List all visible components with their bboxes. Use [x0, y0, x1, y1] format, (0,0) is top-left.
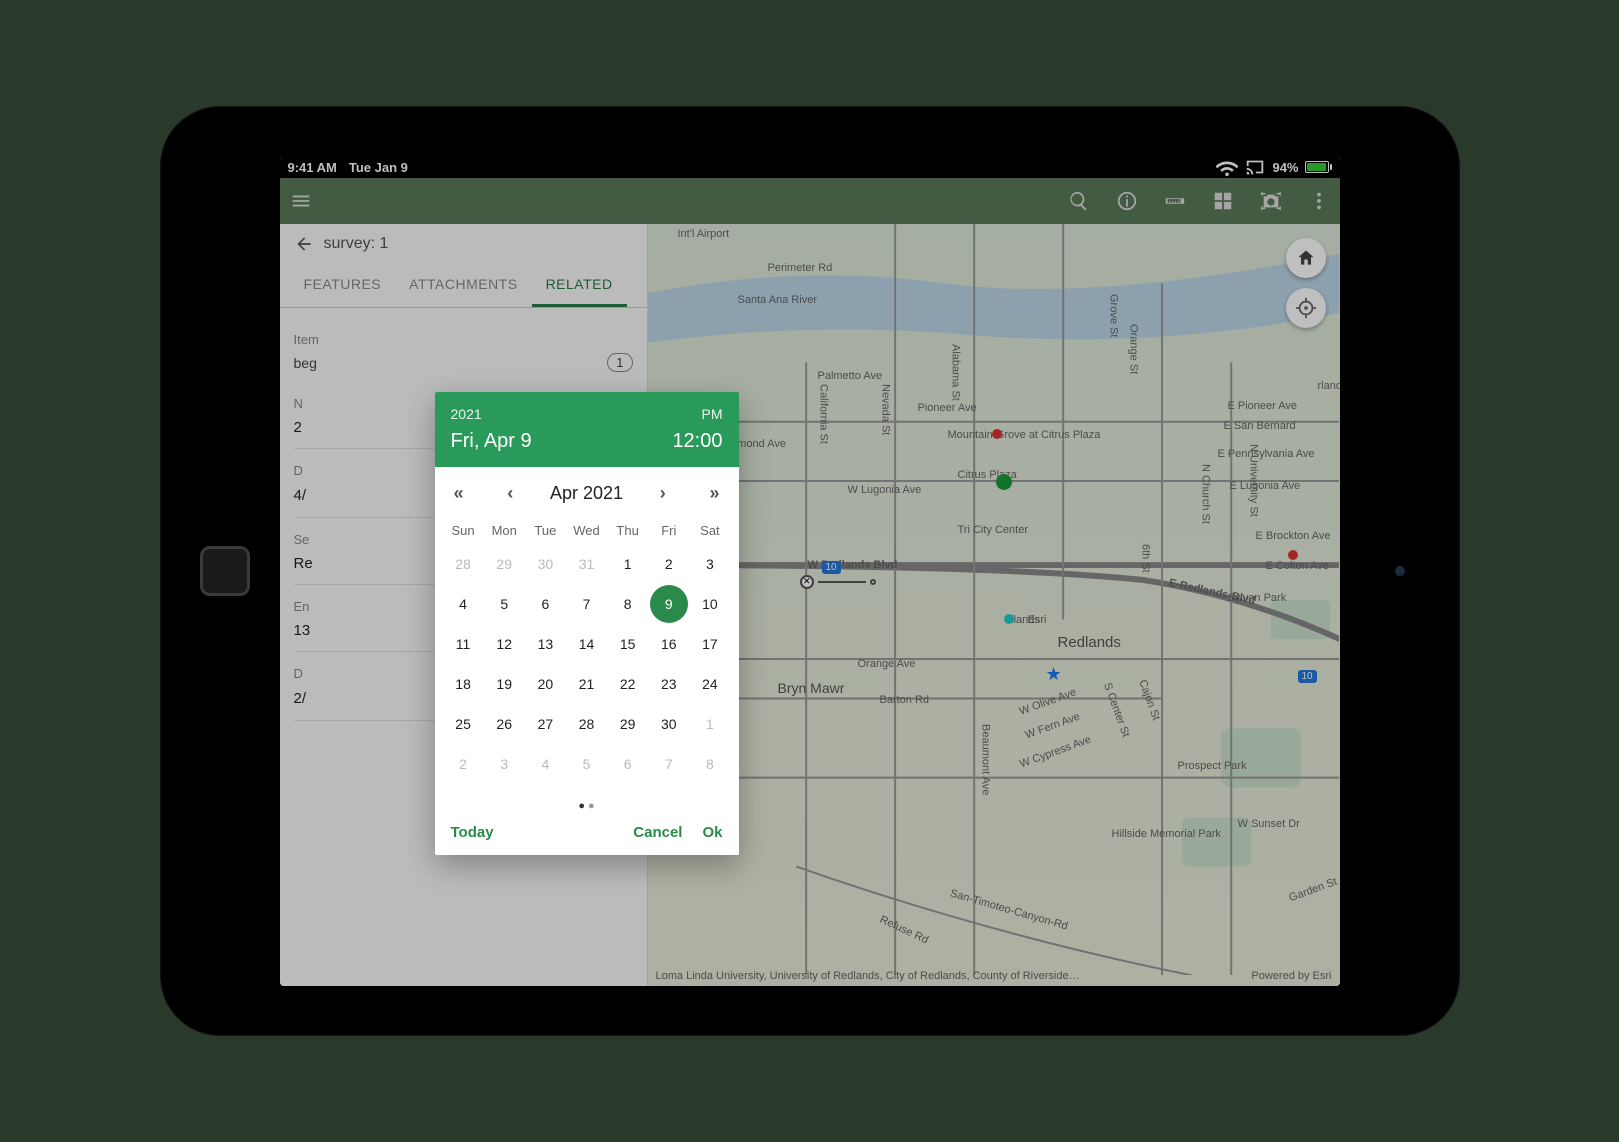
dp-day-cell[interactable]: 4	[443, 584, 484, 624]
dp-day-cell[interactable]: 17	[689, 624, 730, 664]
dp-day-cell[interactable]: 18	[443, 664, 484, 704]
datepicker-header: 2021 PM Fri, Apr 9 12:00	[435, 392, 739, 467]
dp-page-dots: ● ●	[435, 794, 739, 814]
dp-day-cell[interactable]: 2	[443, 744, 484, 784]
camera-dot	[1395, 566, 1405, 576]
dp-day-cell[interactable]: 25	[443, 704, 484, 744]
dp-day-cell[interactable]: 3	[484, 744, 525, 784]
dp-day-cell[interactable]: 16	[648, 624, 689, 664]
next-year-icon[interactable]: »	[703, 481, 727, 505]
ok-button[interactable]: Ok	[702, 824, 722, 841]
prev-year-icon[interactable]: «	[447, 481, 471, 505]
dp-day-cell[interactable]: 4	[525, 744, 566, 784]
datepicker-nav: « ‹ Apr 2021 › »	[435, 467, 739, 513]
dp-day-cell[interactable]: 30	[525, 544, 566, 584]
dp-day-cell[interactable]: 15	[607, 624, 648, 664]
dp-day-cell[interactable]: 9	[650, 585, 688, 623]
dp-day-cell[interactable]: 20	[525, 664, 566, 704]
ipad-frame: 9:41 AM Tue Jan 9 94%	[160, 106, 1460, 1036]
dp-day-cell[interactable]: 28	[443, 544, 484, 584]
dp-day-cell[interactable]: 8	[689, 744, 730, 784]
dp-day-cell[interactable]: 10	[689, 584, 730, 624]
dp-day-cell[interactable]: 21	[566, 664, 607, 704]
dp-dow-label: Sun	[443, 523, 484, 538]
dp-ampm[interactable]: PM	[702, 406, 723, 422]
cancel-button[interactable]: Cancel	[633, 824, 682, 841]
dp-day-cell[interactable]: 11	[443, 624, 484, 664]
dp-day-cell[interactable]: 13	[525, 624, 566, 664]
home-button[interactable]	[200, 546, 250, 596]
dp-day-cell[interactable]: 7	[566, 584, 607, 624]
dp-dow-label: Wed	[566, 523, 607, 538]
dp-dow-label: Tue	[525, 523, 566, 538]
dp-day-cell[interactable]: 30	[648, 704, 689, 744]
dp-day-cell[interactable]: 31	[566, 544, 607, 584]
dp-day-cell[interactable]: 8	[607, 584, 648, 624]
dp-month-label: Apr 2021	[550, 483, 623, 504]
dp-day-cell[interactable]: 24	[689, 664, 730, 704]
dp-day-cell[interactable]: 23	[648, 664, 689, 704]
next-month-icon[interactable]: ›	[651, 481, 675, 505]
dp-dow-label: Thu	[607, 523, 648, 538]
today-button[interactable]: Today	[451, 824, 494, 841]
dp-day-cell[interactable]: 22	[607, 664, 648, 704]
dp-date[interactable]: Fri, Apr 9	[451, 430, 532, 453]
dp-dow-label: Mon	[484, 523, 525, 538]
dp-day-cell[interactable]: 12	[484, 624, 525, 664]
dp-day-cell[interactable]: 19	[484, 664, 525, 704]
dp-day-cell[interactable]: 28	[566, 704, 607, 744]
dp-day-cell[interactable]: 14	[566, 624, 607, 664]
dp-day-cell[interactable]: 7	[648, 744, 689, 784]
dp-day-cell[interactable]: 1	[689, 704, 730, 744]
datepicker: 2021 PM Fri, Apr 9 12:00 « ‹ Apr 2021 › …	[435, 392, 739, 855]
dp-day-cell[interactable]: 1	[607, 544, 648, 584]
dp-year[interactable]: 2021	[451, 406, 482, 422]
dp-day-cell[interactable]: 26	[484, 704, 525, 744]
dp-time[interactable]: 12:00	[672, 430, 722, 453]
dp-day-cell[interactable]: 2	[648, 544, 689, 584]
prev-month-icon[interactable]: ‹	[498, 481, 522, 505]
dp-day-cell[interactable]: 5	[566, 744, 607, 784]
screen: 9:41 AM Tue Jan 9 94%	[280, 156, 1340, 986]
dp-day-cell[interactable]: 6	[525, 584, 566, 624]
dp-day-cell[interactable]: 3	[689, 544, 730, 584]
dp-day-cell[interactable]: 29	[607, 704, 648, 744]
dp-dow-label: Sat	[689, 523, 730, 538]
dp-day-cell[interactable]: 29	[484, 544, 525, 584]
dp-dow-label: Fri	[648, 523, 689, 538]
dp-day-cell[interactable]: 6	[607, 744, 648, 784]
dp-day-cell[interactable]: 27	[525, 704, 566, 744]
dp-day-cell[interactable]: 5	[484, 584, 525, 624]
